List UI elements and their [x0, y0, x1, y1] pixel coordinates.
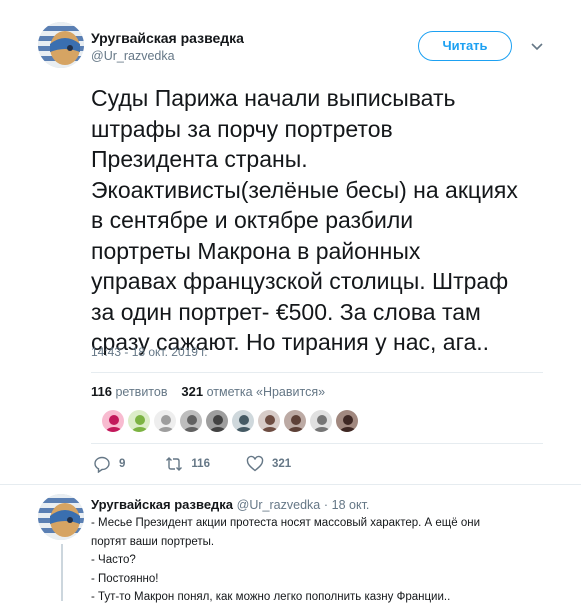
heart-icon: [246, 455, 264, 472]
liker-avatar[interactable]: [309, 409, 333, 433]
divider: [91, 443, 543, 444]
chevron-down-icon[interactable]: [528, 37, 546, 55]
tweet-actions: 9 116 321: [93, 455, 291, 473]
retweets-count[interactable]: 116: [91, 384, 112, 399]
reply-line: портят ваши портреты.: [91, 535, 215, 548]
liker-avatar[interactable]: [127, 409, 151, 433]
liker-avatar[interactable]: [283, 409, 307, 433]
reply-line: - Тут-то Макрон понял, как можно легко п…: [91, 591, 451, 604]
liker-avatar[interactable]: [335, 409, 359, 433]
author-name[interactable]: Уругвайская разведка: [91, 30, 244, 46]
retweets-label[interactable]: ретвитов: [115, 385, 167, 399]
reply-line: - Часто?: [91, 554, 136, 567]
reply-text: - Месье Президент акции протеста носят м…: [91, 514, 531, 607]
retweet-button[interactable]: 116: [165, 455, 210, 473]
liker-avatar[interactable]: [231, 409, 255, 433]
author-handle[interactable]: @Ur_razvedka: [91, 49, 175, 63]
liker-avatar[interactable]: [205, 409, 229, 433]
reply-author-name[interactable]: Уругвайская разведка: [91, 497, 233, 512]
retweet-icon: [166, 457, 183, 471]
reply-button[interactable]: 9: [93, 455, 125, 473]
tweet-text: Суды Парижа начали выписывать штрафы за …: [91, 85, 518, 355]
reply-author-avatar[interactable]: [38, 494, 84, 540]
tweet-timestamp[interactable]: 14:43 - 18 окт. 2019 г.: [91, 345, 208, 359]
liker-avatar[interactable]: [153, 409, 177, 433]
like-button[interactable]: 321: [246, 455, 291, 473]
reply-icon: [94, 456, 110, 473]
author-avatar[interactable]: [38, 22, 84, 68]
follow-button[interactable]: Читать: [418, 31, 512, 61]
liker-avatar[interactable]: [101, 409, 125, 433]
reply-date[interactable]: 18 окт.: [332, 498, 370, 512]
reply-author-handle[interactable]: @Ur_razvedka: [237, 498, 321, 512]
reply-count: 9: [119, 458, 126, 470]
divider: [91, 372, 543, 373]
reply-separator: ·: [323, 498, 329, 512]
tweet-stats: 116 ретвитов 321 отметка «Нравится»: [91, 384, 325, 399]
divider: [0, 484, 581, 485]
likes-count[interactable]: 321: [181, 384, 203, 399]
likes-label[interactable]: отметка «Нравится»: [207, 385, 326, 399]
reply-line: - Постоянно!: [91, 572, 159, 585]
liker-avatar[interactable]: [179, 409, 203, 433]
likers-list: [101, 409, 359, 433]
like-count: 321: [271, 458, 292, 470]
reply-line: - Месье Президент акции протеста носят м…: [91, 517, 480, 529]
retweet-count: 116: [191, 458, 210, 470]
thread-line: [61, 544, 63, 601]
reply-header: Уругвайская разведка @Ur_razvedka · 18 о…: [91, 497, 369, 512]
liker-avatar[interactable]: [257, 409, 281, 433]
